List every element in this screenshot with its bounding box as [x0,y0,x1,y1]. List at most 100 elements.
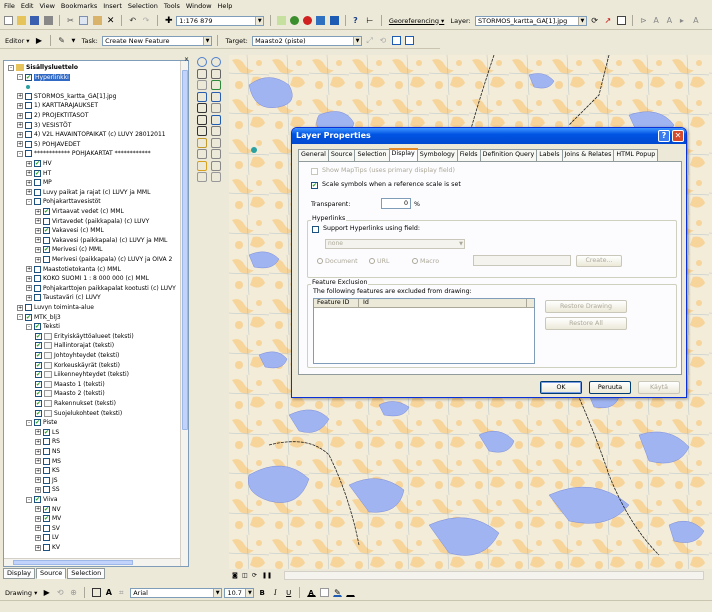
toc-item[interactable]: ✔ Hallintorajat (teksti) [35,341,114,350]
arrow-tool-icon[interactable]: ▸ [679,16,688,25]
toc-item[interactable]: - ✔ Piste [26,418,57,427]
go-to-xy-icon[interactable] [197,149,207,159]
collapse-icon[interactable]: - [26,323,32,330]
toc-item[interactable]: - ✔ Viiva [26,495,58,504]
restore-drawing-button[interactable]: Restore Drawing [545,300,627,313]
menu-window[interactable]: Window [186,2,212,10]
expand-icon[interactable]: + [35,237,41,244]
tab-fields[interactable]: Fields [456,149,481,161]
full-extent-icon[interactable] [211,80,221,90]
layer-visibility-checkbox[interactable]: ✔ [25,73,32,81]
layer-visibility-checkbox[interactable]: ✔ [43,505,50,513]
collapse-icon[interactable]: - [26,198,32,205]
layer-visibility-checkbox[interactable]: ✔ [34,419,41,427]
toc-item[interactable]: - ✔ Hyperlinkki [17,73,70,82]
layer-visibility-checkbox[interactable]: ✔ [43,428,50,436]
macro-input[interactable] [473,255,571,266]
sketch-tool-icon[interactable]: ✎ [57,36,66,45]
hyperlink-point[interactable] [251,147,257,153]
rotate-element-icon[interactable]: ⟲ [56,588,65,597]
expand-icon[interactable]: + [35,467,41,474]
expand-icon[interactable]: + [35,525,41,532]
menu-insert[interactable]: Insert [103,2,122,10]
toc-item[interactable]: + MS [35,457,61,466]
layer-visibility-checkbox[interactable] [25,140,32,148]
sketch-dropdown-icon[interactable]: ▼ [72,38,76,44]
toc-item[interactable]: + MP [26,178,52,187]
measure-icon[interactable] [211,126,221,136]
toc-scroll-thumb[interactable] [182,70,188,430]
marker-color-icon[interactable] [346,588,356,597]
next-extent-icon[interactable] [211,91,221,102]
toc-item[interactable]: + Merivesi (paikkapala) (c) LUVY ja OIVA … [35,255,172,264]
help-icon[interactable]: ? [658,130,670,142]
expand-icon[interactable]: + [26,285,32,292]
layer-visibility-checkbox[interactable] [43,448,50,455]
task-combo[interactable]: Create New Feature ▼ [102,35,213,46]
expand-icon[interactable]: + [35,208,41,215]
fill-color-icon[interactable] [319,588,329,597]
restore-all-button[interactable]: Restore All [545,317,627,330]
layer-visibility-checkbox[interactable] [43,486,50,494]
toc-hscroll-thumb[interactable] [13,560,133,565]
cancel-button[interactable]: Peruuta [589,381,631,394]
lightning-icon[interactable] [197,160,207,171]
expand-icon[interactable]: + [17,131,23,138]
underline-button[interactable]: U [284,588,293,597]
layout-view-icon[interactable]: ◫ [242,572,248,579]
toc-item[interactable]: +5) POHJAVEDET [17,140,80,149]
layer-visibility-checkbox[interactable] [43,217,50,225]
toc-item[interactable]: + KOKO SUOMI 1 : 8 000 000 (c) MML [26,274,149,283]
layer-visibility-checkbox[interactable]: ✔ [35,380,42,388]
tab-definition-query[interactable]: Definition Query [479,149,538,161]
layer-visibility-checkbox[interactable] [25,121,32,129]
toc-item[interactable]: + RS [35,437,60,446]
attributes-icon[interactable] [391,36,401,45]
layer-visibility-checkbox[interactable]: ✔ [43,208,50,215]
layer-visibility-checkbox[interactable] [34,198,41,206]
expand-icon[interactable]: + [35,477,41,484]
expand-icon[interactable]: + [26,189,32,196]
tab-selection[interactable]: Selection [354,149,390,161]
link-table-icon[interactable] [616,16,626,25]
georef-layer-combo[interactable]: STORMOS_kartta_GA[1].jpg ▼ [474,15,587,26]
expand-icon[interactable]: + [35,534,41,541]
clear-selection-icon[interactable] [211,103,221,113]
toc-vertical-scrollbar[interactable] [180,61,188,566]
toc-item[interactable]: + ✔ HT [26,169,51,178]
layer-visibility-checkbox[interactable] [25,102,32,110]
tab-html-popup[interactable]: HTML Popup [613,149,659,161]
expand-icon[interactable]: + [35,515,41,522]
expand-icon[interactable]: + [26,266,32,273]
toc-item[interactable]: - ✔ MTK_blj3 [17,313,61,322]
menu-selection[interactable]: Selection [128,2,158,10]
toc-item[interactable]: - Sisällysluettelo [8,63,78,72]
expand-icon[interactable]: + [35,506,41,513]
drawing-menu[interactable]: Drawing ▾ [5,589,37,597]
expand-icon[interactable]: + [35,218,41,225]
new-text-icon[interactable]: A [105,588,114,597]
text-icon[interactable]: A [652,16,661,25]
toc-item[interactable]: + Virtavedet (paikkapala) (c) LUVY [35,217,149,226]
whats-this-icon[interactable]: ? [352,16,361,25]
radio-url[interactable]: URL [369,258,390,265]
save-icon[interactable] [30,16,40,25]
map-horizontal-scrollbar[interactable] [284,571,704,580]
text-b-icon[interactable]: A [692,16,701,25]
toc-item[interactable]: + LV [35,533,59,542]
menu-bookmarks[interactable]: Bookmarks [61,2,97,10]
radio-macro[interactable]: Macro [412,258,439,265]
layer-visibility-checkbox[interactable] [34,284,41,292]
menu-tools[interactable]: Tools [164,2,180,10]
undo-icon[interactable]: ↶ [128,16,137,25]
toc-item[interactable]: + KV [35,543,60,552]
expand-icon[interactable]: + [17,102,23,109]
layer-visibility-checkbox[interactable] [43,256,50,263]
expand-icon[interactable]: + [35,438,41,445]
show-maptips-checkbox[interactable] [311,168,318,175]
toc-item[interactable]: + KS [35,466,60,475]
font-size-combo[interactable]: 10.7 ▼ [224,587,255,598]
expand-icon[interactable]: + [35,256,41,263]
expand-icon[interactable]: + [35,246,41,253]
refresh-view-icon[interactable]: ⟳ [252,572,257,579]
